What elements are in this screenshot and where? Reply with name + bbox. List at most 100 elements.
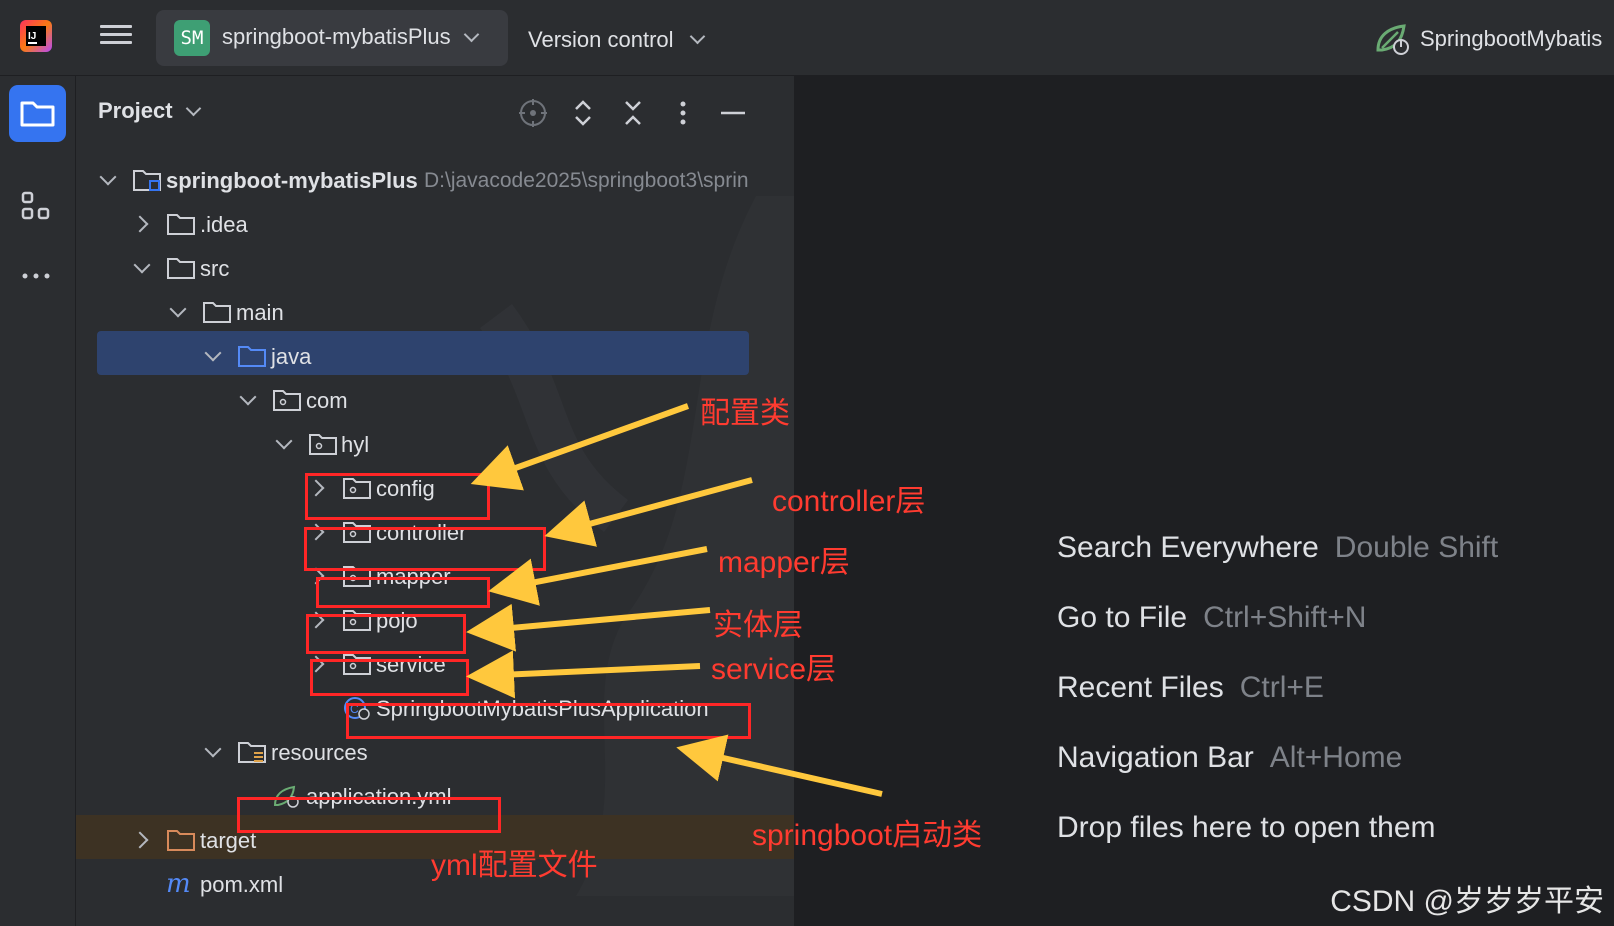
source-folder-icon	[238, 346, 266, 367]
annotation-label-yml: yml配置文件	[431, 849, 598, 882]
annotation-label-pojo: 实体层	[713, 609, 803, 642]
resources-folder-icon	[238, 742, 266, 763]
hint-label: Search Everywhere	[1057, 531, 1319, 564]
options-button[interactable]	[666, 96, 700, 130]
package-icon	[273, 390, 301, 411]
watermark: CSDN @岁岁岁平安	[1330, 885, 1604, 918]
hint-recent-files[interactable]: Recent Files Ctrl+E	[1057, 671, 1324, 705]
annotation-box-yml	[237, 797, 501, 833]
chevron-down-icon[interactable]	[239, 388, 257, 406]
hint-shortcut: Double Shift	[1334, 531, 1499, 564]
tree-row-main[interactable]: main	[76, 294, 794, 334]
tree-row-src[interactable]: src	[76, 250, 794, 290]
version-control-label: Version control	[528, 27, 674, 52]
tree-label: springboot-mybatisPlus	[166, 168, 418, 193]
chevron-down-icon[interactable]	[169, 300, 187, 318]
tree-row-java[interactable]: java	[76, 338, 794, 378]
expand-all-button[interactable]	[566, 96, 600, 130]
intellij-logo-icon[interactable]: IJ	[18, 18, 54, 54]
tree-row-hyl[interactable]: hyl	[76, 426, 794, 466]
run-configuration-selector[interactable]: SpringbootMybatis	[1372, 14, 1614, 62]
project-path: D:\javacode2025\springboot3\sprin	[424, 169, 749, 192]
folder-icon	[203, 302, 231, 323]
annotation-box-service	[310, 659, 469, 696]
chevron-down-icon	[689, 28, 706, 45]
tree-label: .idea	[200, 212, 248, 237]
chevron-down-icon[interactable]	[204, 344, 222, 362]
svg-text:IJ: IJ	[28, 31, 36, 42]
folder-icon	[20, 101, 55, 127]
hint-label: Go to File	[1057, 601, 1188, 634]
hint-shortcut: Ctrl+E	[1239, 671, 1324, 704]
hint-go-to-file[interactable]: Go to File Ctrl+Shift+N	[1057, 601, 1366, 635]
tree-label: src	[200, 256, 230, 281]
hint-label: Drop files here to open them	[1057, 811, 1436, 844]
structure-icon	[21, 191, 50, 220]
folder-icon	[167, 214, 195, 235]
annotation-box-pojo	[306, 614, 466, 654]
chevron-down-icon	[185, 100, 202, 117]
spring-boot-icon	[1376, 24, 1409, 55]
chevron-down-icon[interactable]	[275, 432, 293, 450]
maven-icon: m	[166, 871, 191, 897]
tree-label: resources	[271, 740, 368, 765]
module-folder-icon	[133, 170, 161, 191]
hint-label: Recent Files	[1057, 671, 1224, 704]
project-badge: SM	[174, 20, 210, 56]
project-switcher[interactable]: SM springboot-mybatisPlus	[156, 10, 508, 66]
chevron-right-icon[interactable]	[131, 831, 149, 849]
run-configuration-label: SpringbootMybatis	[1420, 26, 1603, 51]
annotation-box-mapper	[316, 577, 490, 608]
version-control-menu[interactable]: Version control	[522, 14, 722, 62]
tree-row-idea[interactable]: .idea	[76, 206, 794, 246]
collapse-all-icon	[625, 101, 641, 125]
excluded-folder-icon	[167, 830, 195, 851]
hide-panel-button[interactable]	[716, 96, 750, 130]
tree-label: main	[236, 300, 284, 325]
chevron-down-icon[interactable]	[133, 256, 151, 274]
project-tool-window-button[interactable]	[9, 85, 66, 142]
panel-title-dropdown[interactable]: Project	[98, 98, 202, 124]
chevron-down-icon[interactable]	[99, 168, 117, 186]
hint-drop-files: Drop files here to open them	[1057, 811, 1436, 845]
chevron-down-icon[interactable]	[204, 740, 222, 758]
hint-label: Navigation Bar	[1057, 741, 1254, 774]
collapse-all-button[interactable]	[616, 96, 650, 130]
folder-icon	[167, 258, 195, 279]
tree-label: java	[271, 344, 312, 369]
annotation-label-controller: controller层	[772, 485, 926, 518]
more-vertical-icon	[680, 101, 686, 125]
more-horizontal-icon	[22, 273, 50, 279]
annotation-box-application	[346, 703, 751, 739]
tree-label: hyl	[341, 432, 370, 457]
tree-row-project-root[interactable]: springboot-mybatisPlus D:\javacode2025\s…	[76, 162, 794, 202]
project-name: springboot-mybatisPlus	[222, 24, 451, 49]
hint-search-everywhere[interactable]: Search Everywhere Double Shift	[1057, 531, 1498, 565]
tree-row-com[interactable]: com	[76, 382, 794, 422]
svg-text:m: m	[166, 871, 191, 897]
annotation-label-config: 配置类	[700, 397, 790, 430]
tree-row-resources[interactable]: resources	[76, 734, 794, 774]
annotation-label-mapper: mapper层	[718, 546, 850, 579]
package-icon	[309, 434, 337, 455]
annotation-box-controller	[304, 527, 546, 571]
main-menu-button[interactable]	[98, 20, 134, 54]
annotation-label-service: service层	[711, 653, 837, 686]
title-bar: IJ SM springboot-mybatisPlus Version con…	[0, 0, 1614, 76]
tree-label: pom.xml	[200, 872, 284, 897]
hint-shortcut: Ctrl+Shift+N	[1203, 601, 1367, 634]
structure-tool-window-button[interactable]	[18, 188, 54, 224]
select-opened-file-button[interactable]	[516, 96, 550, 130]
expand-all-icon	[575, 100, 591, 126]
more-tool-windows-button[interactable]	[18, 258, 54, 294]
tool-window-strip	[0, 76, 76, 926]
crosshair-icon	[519, 99, 547, 127]
annotation-box-config	[305, 473, 490, 520]
tree-label: com	[306, 388, 348, 413]
panel-title: Project	[98, 98, 173, 123]
annotation-label-application: springboot启动类	[752, 819, 983, 852]
chevron-down-icon	[463, 26, 480, 43]
chevron-right-icon[interactable]	[131, 215, 149, 233]
minimize-icon	[721, 111, 745, 115]
hint-navigation-bar[interactable]: Navigation Bar Alt+Home	[1057, 741, 1402, 775]
